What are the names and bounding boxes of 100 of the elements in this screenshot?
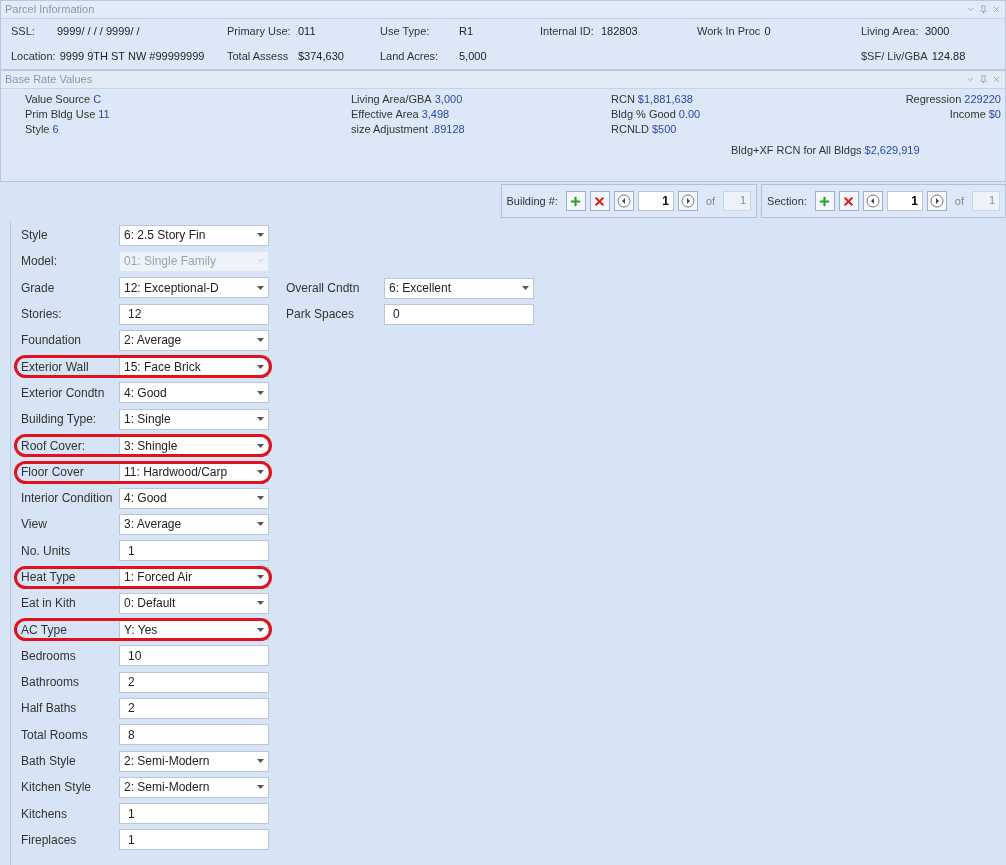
field-label: Eat in Kith (21, 595, 77, 613)
rate-label: Regression (905, 92, 962, 107)
field-label: Use Type: (380, 24, 431, 40)
pin-icon[interactable] (979, 5, 988, 14)
input-field[interactable]: 1 (119, 829, 269, 851)
rate-label: Value Source (25, 92, 91, 107)
field-label: Bedrooms (21, 647, 77, 665)
caret-icon (257, 233, 264, 238)
field-label: Kitchen Style (21, 779, 93, 797)
input-field[interactable]: 2 (119, 698, 269, 719)
input-field[interactable]: 12 (119, 303, 269, 325)
field-value: $374,630 (298, 49, 344, 65)
rate-label: size Adjustment (351, 122, 429, 137)
caret-icon (257, 417, 264, 422)
rate-value: 11 (98, 107, 110, 122)
field-label: Exterior Condtn (21, 384, 106, 402)
next-button[interactable] (677, 191, 698, 211)
select-field[interactable]: 3: Average (119, 513, 269, 535)
select-field[interactable]: 1: Single (119, 408, 269, 430)
rate-value: $1,881,638 (637, 92, 693, 107)
field-label: Style (21, 227, 49, 245)
field-value: 0 (764, 24, 771, 40)
field-value: 182803 (601, 24, 638, 40)
close-icon[interactable] (992, 5, 1001, 14)
delete-button[interactable] (589, 191, 610, 211)
field-label: Location: (11, 49, 56, 65)
total-field: 1 (972, 191, 1000, 211)
navigator-label: Building #: (506, 193, 558, 209)
close-icon[interactable] (992, 75, 1001, 84)
caret-icon (257, 364, 264, 369)
field-label: Kitchens (21, 805, 69, 823)
plus-icon (818, 194, 832, 208)
rate-value: $0 (988, 107, 1001, 122)
field-label: Primary Use: (227, 24, 292, 40)
select-field[interactable]: 2: Semi-Modern (119, 750, 269, 772)
select-field[interactable]: 12: Exceptional-D (119, 277, 269, 299)
field-label: Internal ID: (540, 24, 595, 40)
add-button[interactable] (814, 191, 835, 211)
input-field[interactable]: 10 (119, 645, 269, 667)
caret-icon (257, 627, 264, 632)
panel-title: Base Rate Values (5, 72, 94, 88)
caret-icon (257, 785, 264, 790)
caret-icon (257, 522, 264, 527)
caret-icon (522, 286, 529, 291)
field-value: 124.88 (931, 49, 966, 65)
field-value: 9999/ / / / 9999/ / (57, 24, 140, 40)
input-field[interactable]: 2 (119, 671, 269, 693)
rate-value: 229220 (964, 92, 1001, 107)
field-label: Bath Style (21, 753, 77, 771)
caret-icon (257, 469, 264, 474)
field-label: Work In Proc (697, 24, 761, 40)
field-label: Interior Condition (21, 490, 114, 508)
index-field[interactable]: 1 (637, 191, 674, 211)
field-label: Total Assess (227, 49, 290, 65)
rate-value: .89128 (431, 122, 465, 137)
rate-label: Bldg+XF RCN for All Bldgs (731, 143, 862, 158)
delete-button[interactable] (838, 191, 859, 211)
select-field[interactable]: 4: Good (119, 487, 269, 509)
select-field[interactable]: 0: Default (119, 592, 269, 614)
caret-icon (257, 759, 264, 764)
field-value: 9999 9TH ST NW #99999999 (59, 49, 205, 65)
previous-button[interactable] (613, 191, 634, 211)
rate-label: Income (949, 107, 986, 122)
select-field[interactable]: 6: Excellent (384, 277, 534, 299)
previous-button[interactable] (862, 191, 883, 211)
pin-icon[interactable] (979, 75, 988, 84)
of-label: of (954, 193, 964, 209)
input-field[interactable]: 8 (119, 724, 269, 746)
caret-icon (257, 285, 264, 290)
field-label: Heat Type (21, 569, 77, 586)
index-field[interactable]: 1 (886, 191, 923, 211)
rate-value: 0.00 (678, 107, 701, 122)
select-field[interactable]: 2: Average (119, 329, 269, 351)
next-button[interactable] (926, 191, 947, 211)
rate-value: $500 (651, 122, 677, 137)
dropdown-icon[interactable] (966, 5, 975, 14)
input-field[interactable]: 1 (119, 540, 269, 562)
select-field[interactable]: 6: 2.5 Story Fin (119, 224, 269, 246)
add-button[interactable] (565, 191, 586, 211)
select-field[interactable]: 2: Semi-Modern (119, 776, 269, 798)
x-icon (593, 194, 607, 208)
input-field[interactable]: 1 (119, 803, 269, 825)
field-label: SSL: (11, 24, 36, 40)
rate-value: C (93, 92, 102, 107)
field-label: Stories: (21, 306, 63, 324)
field-label: Floor Cover (21, 463, 85, 481)
field-label: Grade (21, 279, 56, 297)
rate-label: Effective Area (351, 107, 419, 122)
field-label: Park Spaces (286, 306, 356, 324)
rate-label: RCNLD (611, 122, 649, 137)
x-icon (842, 194, 856, 208)
caret-icon (257, 601, 264, 606)
rate-label: Style (25, 122, 50, 137)
caret-icon (257, 575, 264, 579)
field-label: Roof Cover: (21, 437, 87, 455)
field-value: 3000 (925, 24, 950, 40)
select-field[interactable]: 4: Good (119, 382, 269, 404)
field-label: Model: (21, 253, 59, 271)
dropdown-icon[interactable] (966, 75, 975, 84)
input-field[interactable]: 0 (384, 303, 534, 325)
